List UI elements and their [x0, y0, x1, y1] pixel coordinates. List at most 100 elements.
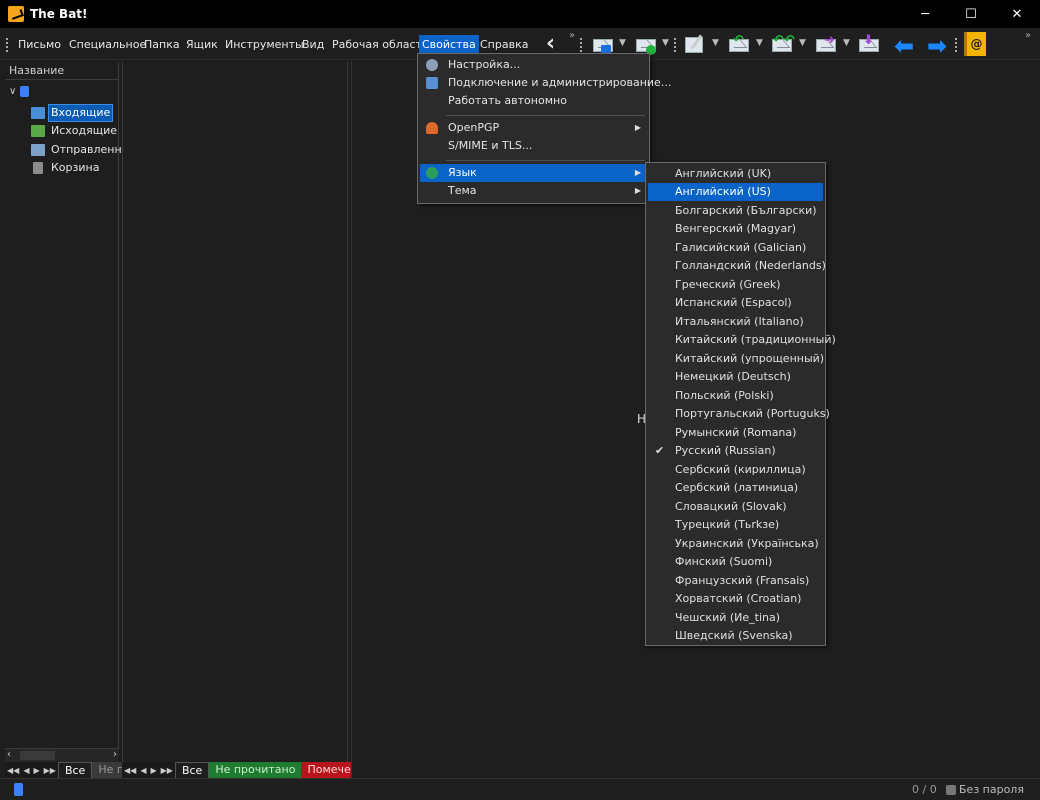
last-icon[interactable]: ▶▶ — [44, 766, 56, 775]
lang-russian[interactable]: ✔ Русский (Russian) — [648, 442, 823, 460]
new-message-icon[interactable] — [683, 33, 707, 55]
menu-overflow-chevron[interactable]: » — [569, 30, 575, 41]
redirect-icon[interactable]: ⬇ — [857, 33, 881, 55]
address-book-icon[interactable]: @ — [964, 32, 986, 56]
scrollbar-thumb[interactable] — [20, 751, 55, 760]
lang-slovak[interactable]: Словацкий (Slovak) — [648, 498, 823, 516]
menu-language[interactable]: Язык ▶ — [420, 164, 647, 182]
lang-spanish[interactable]: Испанский (Espacol) — [648, 294, 823, 312]
lang-swedish[interactable]: Шведский (Svenska) — [648, 627, 823, 645]
lang-chinese-traditional[interactable]: Китайский (традиционный) — [648, 331, 836, 349]
message-filter-tabs: ◀◀ ◀ ▶ ▶▶ Все Не прочитано Помече — [122, 762, 357, 778]
globe-icon — [426, 167, 438, 179]
folder-tree-pane: Название ∨ Входящие Исходящие Отправленн… — [5, 62, 137, 778]
menu-smime-tls[interactable]: S/MIME и TLS... — [420, 137, 647, 155]
send-mail-dropdown-icon[interactable]: ▼ — [662, 38, 669, 48]
account-root[interactable]: ∨ — [9, 86, 30, 97]
lang-greek[interactable]: Греческий (Greek) — [648, 276, 823, 294]
password-status: Без пароля — [946, 783, 1024, 796]
toolbar-separator — [955, 38, 957, 52]
reply-all-icon[interactable]: ↶↶ — [770, 33, 795, 55]
scroll-right-icon[interactable]: › — [113, 749, 117, 760]
menu-settings[interactable]: Настройка... — [420, 56, 647, 74]
folder-horizontal-scrollbar[interactable]: ‹ › — [5, 748, 119, 762]
folder-column-header[interactable]: Название — [5, 62, 118, 80]
maximize-button[interactable]: ☐ — [948, 0, 994, 28]
prev-icon[interactable]: ◀ — [23, 766, 29, 775]
menu-workspace[interactable]: Рабочая область — [329, 36, 431, 54]
prev-icon[interactable]: ◀ — [140, 766, 146, 775]
forward-icon[interactable]: ➜ — [814, 33, 838, 55]
scroll-left-icon[interactable]: ‹ — [7, 749, 11, 760]
reply-icon[interactable]: ↶ — [727, 33, 751, 55]
lang-dutch[interactable]: Голландский (Nederlands) — [648, 257, 826, 275]
menu-connection-admin[interactable]: Подключение и администрирование... — [420, 74, 671, 92]
close-button[interactable]: ✕ — [994, 0, 1040, 28]
menu-theme[interactable]: Тема ▶ — [420, 182, 647, 200]
first-icon[interactable]: ◀◀ — [7, 766, 19, 775]
lang-galician[interactable]: Галисийский (Galician) — [648, 239, 823, 257]
tab-all[interactable]: Все — [57, 762, 93, 778]
message-list-pane[interactable] — [122, 62, 348, 762]
menu-mailbox[interactable]: Ящик — [183, 36, 221, 54]
lang-ukrainian[interactable]: Украинский (Українська) — [648, 535, 823, 553]
lang-croatian[interactable]: Хорватский (Croatian) — [648, 590, 823, 608]
tab-unread[interactable]: Не прочитано — [209, 762, 302, 778]
menu-work-offline[interactable]: Работать автономно — [420, 92, 647, 110]
next-icon[interactable]: ▶ — [33, 766, 39, 775]
lang-german[interactable]: Немецкий (Deutsch) — [648, 368, 823, 386]
tab-flagged[interactable]: Помече — [301, 762, 357, 778]
reply-all-dropdown-icon[interactable]: ▼ — [799, 38, 806, 48]
lang-bulgarian[interactable]: Болгарский (Български) — [648, 202, 823, 220]
lang-english-uk[interactable]: Английский (UK) — [648, 165, 823, 183]
menu-grip[interactable] — [6, 38, 8, 52]
account-icon — [20, 86, 30, 97]
last-icon[interactable]: ▶▶ — [161, 766, 173, 775]
folder-trash[interactable]: Корзина — [31, 159, 102, 177]
folder-inbox[interactable]: Входящие — [31, 104, 114, 122]
next-icon[interactable]: ▶ — [150, 766, 156, 775]
lang-serbian-latin[interactable]: Сербский (латиница) — [648, 479, 823, 497]
toolbar-separator — [674, 38, 676, 52]
menu-view[interactable]: Вид — [299, 36, 327, 54]
lang-finnish[interactable]: Финский (Suomi) — [648, 553, 823, 571]
get-mail-icon[interactable] — [591, 33, 615, 55]
forward-dropdown-icon[interactable]: ▼ — [843, 38, 850, 48]
lang-czech[interactable]: Чешский (Иe_tina) — [648, 609, 823, 627]
menu-help[interactable]: Справка — [477, 36, 531, 54]
minimize-button[interactable]: ─ — [902, 0, 948, 28]
next-arrow-icon[interactable]: ➡ — [927, 32, 947, 60]
computer-icon — [426, 77, 438, 89]
menu-folder[interactable]: Папка — [141, 36, 183, 54]
first-icon[interactable]: ◀◀ — [124, 766, 136, 775]
send-mail-icon[interactable] — [634, 33, 658, 55]
lang-portuguese[interactable]: Португальский (Portuguks) — [648, 405, 830, 423]
new-message-dropdown-icon[interactable]: ▼ — [712, 38, 719, 48]
reply-dropdown-icon[interactable]: ▼ — [756, 38, 763, 48]
title-bar: The Bat! ─ ☐ ✕ — [0, 0, 1040, 28]
menu-tools[interactable]: Инструменты — [222, 36, 307, 54]
previous-arrow-icon[interactable]: ⬅ — [894, 32, 914, 60]
lang-turkish[interactable]: Турецкий (Tьrkзe) — [648, 516, 823, 534]
lang-romanian[interactable]: Румынский (Romana) — [648, 424, 823, 442]
lang-polish[interactable]: Польский (Polski) — [648, 387, 823, 405]
menu-letter[interactable]: Письмо — [15, 36, 64, 54]
menu-openpgp[interactable]: OpenPGP ▶ — [420, 119, 647, 137]
menu-properties[interactable]: Свойства — [419, 35, 479, 55]
lang-serbian-cyrillic[interactable]: Сербский (кириллица) — [648, 461, 823, 479]
lang-chinese-simplified[interactable]: Китайский (упрощенный) — [648, 350, 824, 368]
chevron-down-icon[interactable]: ∨ — [9, 86, 16, 97]
folder-outbox[interactable]: Исходящие — [31, 122, 120, 140]
menu-special[interactable]: Специальное — [66, 36, 149, 54]
toolbar-overflow-chevron[interactable]: » — [1025, 30, 1031, 41]
lang-hungarian[interactable]: Венгерский (Magyar) — [648, 220, 823, 238]
toolbar-grip[interactable] — [580, 38, 582, 52]
lang-italian[interactable]: Итальянский (Italiano) — [648, 313, 823, 331]
lang-english-us[interactable]: Английский (US) — [648, 183, 823, 201]
sent-folder-icon — [31, 144, 45, 156]
lang-french[interactable]: Французский (Fransais) — [648, 572, 823, 590]
tab-all[interactable]: Все — [174, 762, 210, 778]
message-count: 0 / 0 — [912, 783, 937, 796]
menu-separator — [446, 160, 645, 161]
get-mail-dropdown-icon[interactable]: ▼ — [619, 38, 626, 48]
